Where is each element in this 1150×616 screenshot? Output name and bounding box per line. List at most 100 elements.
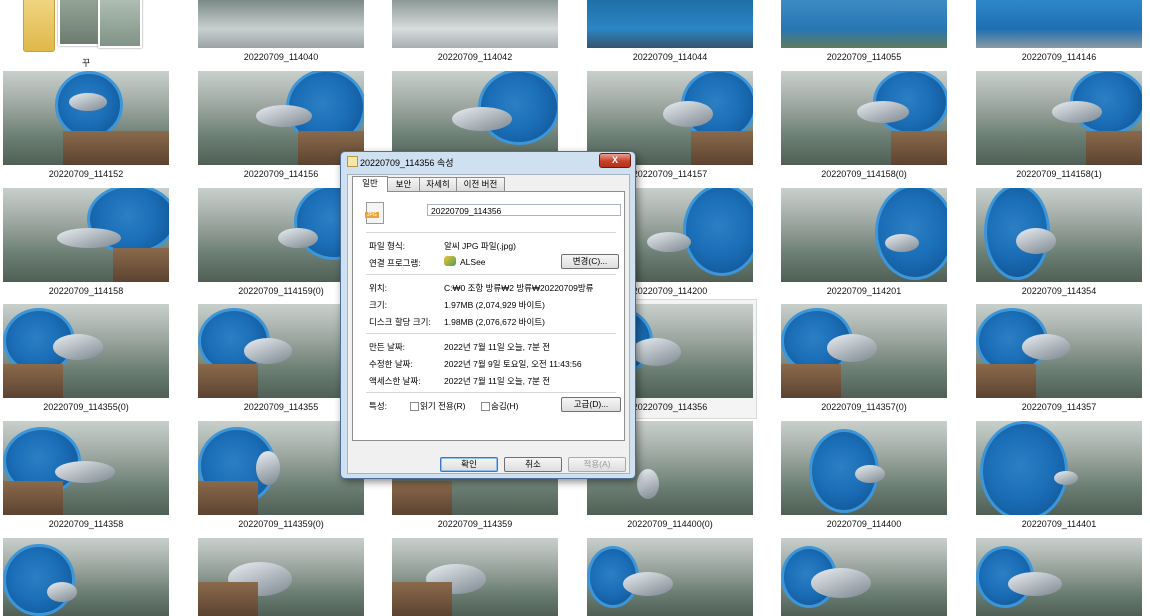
thumb-caption: 20220709_114400(0) bbox=[627, 519, 713, 529]
thumb-caption: 20220709_114357 bbox=[1021, 402, 1097, 412]
thumb-caption: 20220709_114044 bbox=[632, 52, 708, 62]
fish bbox=[1022, 334, 1070, 360]
thumb-caption: 꾸 bbox=[81, 58, 91, 68]
created-label: 만든 날짜: bbox=[369, 342, 406, 352]
advanced-button[interactable]: 고급(D)... bbox=[561, 397, 621, 412]
attributes-label: 특성: bbox=[369, 401, 388, 411]
photo-thumb[interactable] bbox=[778, 538, 950, 616]
readonly-checkbox[interactable] bbox=[410, 402, 419, 411]
dock bbox=[198, 582, 258, 616]
photo-preview bbox=[781, 538, 947, 616]
filename-field[interactable]: 20220709_114356 bbox=[427, 204, 621, 216]
location-value: C:₩0 조항 방류₩2 방류₩20220709방류 bbox=[444, 283, 594, 293]
fish bbox=[47, 582, 77, 602]
photo-preview bbox=[198, 538, 364, 616]
fish bbox=[885, 234, 919, 252]
fish bbox=[1008, 572, 1062, 596]
photo-thumb[interactable] bbox=[973, 538, 1145, 616]
photo-preview bbox=[587, 0, 753, 48]
fish bbox=[256, 105, 312, 127]
readonly-label[interactable]: 읽기 전용(R) bbox=[420, 400, 465, 412]
photo-thumb[interactable]: 20220709_114158 bbox=[0, 188, 172, 296]
photo-preview bbox=[392, 538, 558, 616]
dock bbox=[392, 582, 452, 616]
tab-details[interactable]: 자세히 bbox=[419, 177, 457, 191]
thumb-caption: 20220709_114146 bbox=[1021, 52, 1097, 62]
photo-preview bbox=[781, 421, 947, 515]
photo-preview bbox=[976, 421, 1142, 515]
photo-thumb[interactable]: 20220709_114400 bbox=[778, 421, 950, 529]
folder-thumb[interactable]: 꾸 bbox=[0, 0, 172, 69]
thumb-caption: 20220709_114401 bbox=[1021, 519, 1097, 529]
tab-security[interactable]: 보안 bbox=[387, 177, 420, 191]
dock bbox=[1086, 131, 1142, 165]
dock bbox=[976, 364, 1036, 398]
dialog-titlebar[interactable]: 20220709_114356 속성 X bbox=[341, 152, 635, 170]
thumb-caption: 20220709_114357(0) bbox=[821, 402, 907, 412]
fish bbox=[811, 568, 871, 598]
hidden-checkbox[interactable] bbox=[481, 402, 490, 411]
photo-thumb[interactable]: 20220709_114357(0) bbox=[778, 304, 950, 412]
photo-thumb[interactable]: 20220709_114358 bbox=[0, 421, 172, 529]
fish bbox=[1016, 228, 1056, 254]
opens-with-label: 연결 프로그램: bbox=[369, 258, 421, 268]
thumb-caption: 20220709_114158(1) bbox=[1016, 169, 1102, 179]
photo-thumb[interactable]: 20220709_114158(1) bbox=[973, 71, 1145, 179]
photo-thumb[interactable] bbox=[0, 538, 172, 616]
photo-thumb[interactable]: 20220709_114158(0) bbox=[778, 71, 950, 179]
photo-thumb[interactable] bbox=[389, 538, 561, 616]
dock bbox=[113, 248, 169, 282]
location-label: 위치: bbox=[369, 283, 388, 293]
photo-thumb[interactable] bbox=[584, 538, 756, 616]
fish bbox=[278, 228, 318, 248]
apply-button[interactable]: 적용(A) bbox=[568, 457, 626, 472]
fish bbox=[53, 334, 103, 360]
general-panel: JPG 20220709_114356 파일 형식: 알씨 JPG 파일(.jp… bbox=[352, 191, 625, 441]
photo-preview bbox=[976, 0, 1142, 48]
cancel-button[interactable]: 취소 bbox=[504, 457, 562, 472]
change-button[interactable]: 변경(C)... bbox=[561, 254, 619, 269]
photo-preview bbox=[781, 71, 947, 165]
photo-preview bbox=[3, 538, 169, 616]
thumb-caption: 20220709_114359(0) bbox=[238, 519, 324, 529]
folder-preview-photo bbox=[58, 0, 100, 46]
photo-preview bbox=[781, 0, 947, 48]
fish bbox=[631, 338, 681, 366]
thumb-caption: 20220709_114040 bbox=[243, 52, 319, 62]
photo-thumb[interactable]: 20220709_114055 bbox=[778, 0, 950, 62]
dialog-client: 일반 보안 자세히 이전 버전 JPG 20220709_114356 파일 형… bbox=[347, 174, 630, 474]
photo-thumb[interactable]: 20220709_114042 bbox=[389, 0, 561, 62]
photo-thumb[interactable]: 20220709_114355(0) bbox=[0, 304, 172, 412]
dock bbox=[392, 481, 452, 515]
bucket bbox=[683, 188, 753, 276]
thumb-caption: 20220709_114055 bbox=[826, 52, 902, 62]
disk-size-label: 디스크 할당 크기: bbox=[369, 317, 431, 327]
dock bbox=[891, 131, 947, 165]
photo-preview bbox=[976, 188, 1142, 282]
photo-thumb[interactable]: 20220709_114354 bbox=[973, 188, 1145, 296]
thumb-caption: 20220709_114355(0) bbox=[43, 402, 129, 412]
close-button[interactable]: X bbox=[599, 153, 631, 168]
photo-preview bbox=[976, 304, 1142, 398]
disk-size-value: 1.98MB (2,076,672 바이트) bbox=[444, 317, 545, 327]
ok-button[interactable]: 확인 bbox=[440, 457, 498, 472]
photo-thumb[interactable]: 20220709_114146 bbox=[973, 0, 1145, 62]
tab-previous-versions[interactable]: 이전 버전 bbox=[456, 177, 505, 191]
separator bbox=[366, 333, 616, 334]
bucket bbox=[980, 421, 1068, 515]
hidden-label[interactable]: 숨김(H) bbox=[491, 400, 518, 412]
photo-thumb[interactable]: 20220709_114044 bbox=[584, 0, 756, 62]
photo-thumb[interactable]: 20220709_114040 bbox=[195, 0, 367, 62]
tab-general[interactable]: 일반 bbox=[352, 176, 388, 192]
photo-thumb[interactable]: 20220709_114357 bbox=[973, 304, 1145, 412]
photo-thumb[interactable] bbox=[195, 538, 367, 616]
fish bbox=[857, 101, 909, 123]
photo-thumb[interactable]: 20220709_114201 bbox=[778, 188, 950, 296]
accessed-label: 액세스한 날짜: bbox=[369, 376, 421, 386]
photo-preview bbox=[976, 71, 1142, 165]
fish bbox=[69, 93, 107, 111]
accessed-value: 2022년 7월 11일 오늘, 7분 전 bbox=[444, 376, 551, 386]
separator bbox=[366, 392, 616, 393]
photo-thumb[interactable]: 20220709_114401 bbox=[973, 421, 1145, 529]
photo-thumb[interactable]: 20220709_114152 bbox=[0, 71, 172, 179]
